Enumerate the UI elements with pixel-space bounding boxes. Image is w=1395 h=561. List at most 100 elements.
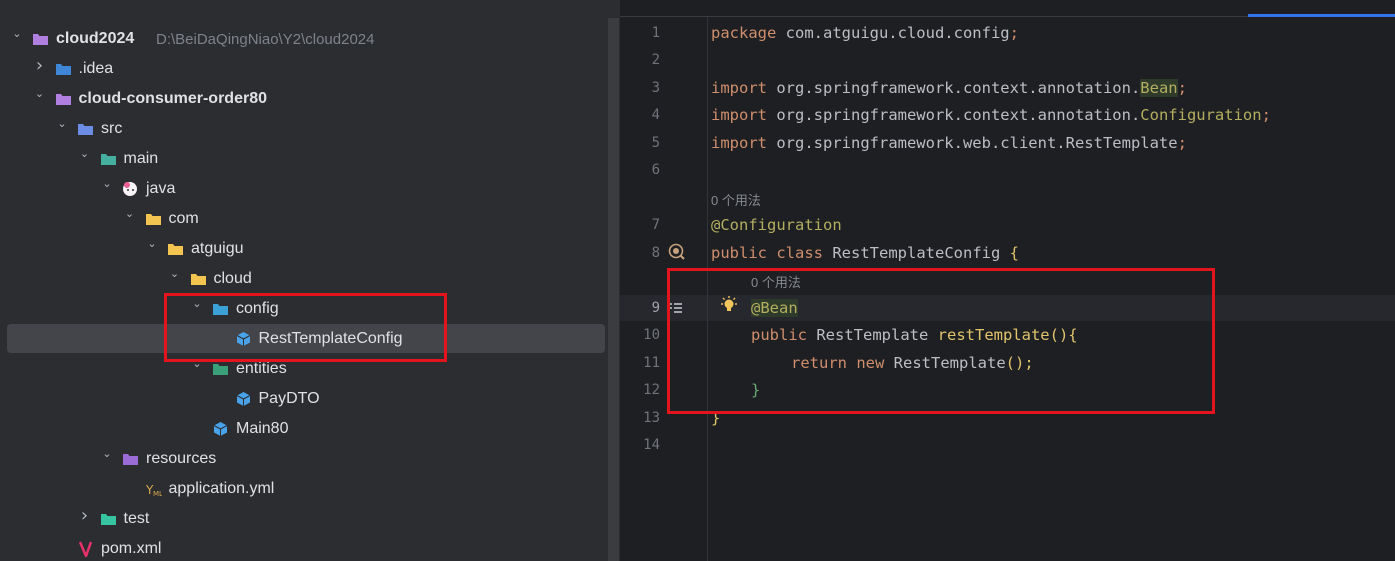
chevron-down-icon[interactable]: ⌄ [33, 87, 47, 101]
tree-row[interactable]: ⌄ com [0, 204, 608, 234]
source-folder-icon [78, 124, 93, 135]
line-number[interactable]: 9 [620, 300, 660, 316]
tree-row[interactable]: ⌄ atguigu [0, 234, 608, 264]
tree-row[interactable]: PayDTO [0, 384, 608, 414]
project-tree-panel: ⌄ cloud2024 D:\BeiDaQingNiao\Y2\cloud2024 ›… [0, 0, 608, 561]
tree-row[interactable]: pom.xml [0, 534, 608, 561]
tree-row[interactable]: ⌄ src [0, 114, 608, 144]
code-editor[interactable]: 1 2 3 4 5 6 7 8 9 10 11 12 13 14 package com.atguigu.… [620, 0, 1395, 561]
spring-boot-main-class-icon [213, 422, 228, 436]
import-path: org.springframework.web.client.RestTempl… [767, 134, 1178, 152]
tree-row-label: cloud [213, 270, 252, 287]
chevron-down-icon[interactable]: ⌄ [123, 207, 137, 221]
tree-row[interactable]: ⌄ cloud-consumer-order80 [0, 84, 608, 114]
package-name: com.atguigu.cloud.config [776, 24, 1010, 42]
package-folder-icon [168, 244, 183, 255]
code-line-3[interactable]: import org.springframework.context.annot… [711, 79, 1187, 97]
tree-row[interactable]: ⌄ resources [0, 444, 608, 474]
maven-icon [78, 541, 93, 557]
highlight-box-config [164, 293, 447, 362]
tree-row[interactable]: › .idea [0, 54, 608, 84]
chevron-down-icon[interactable]: ⌄ [100, 177, 114, 191]
java-class-icon [236, 392, 250, 406]
line-number[interactable]: 4 [620, 107, 660, 123]
tree-row-label: main [123, 150, 159, 167]
semicolon: ; [1177, 79, 1187, 97]
chevron-down-icon[interactable]: ⌄ [78, 147, 92, 161]
tree-row-label: .idea [78, 60, 114, 77]
line-number[interactable]: 11 [620, 355, 660, 371]
import-path: org.springframework.context.annotation. [767, 79, 1141, 97]
line-number[interactable]: 7 [620, 217, 660, 233]
chevron-down-icon[interactable]: ⌄ [168, 267, 182, 281]
tree-row-label: Main80 [236, 420, 289, 437]
keyword: import [711, 134, 767, 152]
chevron-right-icon[interactable]: › [33, 57, 47, 75]
tree-row[interactable]: ⌄ java [0, 174, 608, 204]
resources-folder-icon [123, 454, 138, 465]
tree-row-label: application.yml [168, 480, 275, 497]
tree-row-label: cloud2024 [56, 30, 135, 47]
module-folder-icon [33, 34, 48, 45]
semicolon: ; [1261, 106, 1271, 124]
tree-row-label: atguigu [191, 240, 244, 257]
keyword: import [711, 79, 767, 97]
module-folder-icon [55, 94, 71, 105]
code-line-7[interactable]: @Configuration [711, 216, 842, 234]
keyword: class [776, 244, 824, 262]
line-number[interactable]: 2 [620, 52, 660, 68]
tree-row-label: PayDTO [258, 390, 320, 407]
chevron-down-icon[interactable]: ⌄ [10, 27, 24, 41]
tree-row[interactable]: ⌄ cloud2024 D:\BeiDaQingNiao\Y2\cloud2024 [0, 24, 608, 54]
tree-row[interactable]: ⌄ cloud [0, 264, 608, 294]
package-folder-icon [190, 274, 206, 285]
annotation: @Configuration [711, 216, 842, 234]
tree-row-label: src [101, 120, 123, 137]
keyword: public [711, 244, 767, 262]
package-folder-icon [145, 214, 161, 225]
highlight-box-bean [667, 268, 1215, 414]
line-number[interactable]: 14 [620, 437, 660, 453]
line-number[interactable]: 3 [620, 80, 660, 96]
code-line-8[interactable]: public class RestTemplateConfig { [711, 244, 1019, 262]
editor-tab-bar [620, 0, 1395, 17]
import-class: Bean [1140, 79, 1178, 97]
tree-row-label: pom.xml [101, 540, 162, 557]
entities-package-icon [213, 364, 228, 375]
chevron-down-icon[interactable]: ⌄ [100, 447, 114, 461]
semicolon: ; [1009, 24, 1019, 42]
tree-row[interactable]: Y ML application.yml [0, 474, 608, 504]
usage-hint[interactable]: 0 个用法 [711, 190, 761, 209]
line-number[interactable]: 12 [620, 382, 660, 398]
import-path: org.springframework.context.annotation. [767, 106, 1141, 124]
semicolon: ; [1177, 134, 1187, 152]
line-number[interactable]: 6 [620, 162, 660, 178]
active-tab-indicator [1248, 14, 1395, 17]
line-number[interactable]: 1 [620, 25, 660, 41]
chevron-down-icon[interactable]: ⌄ [145, 237, 159, 251]
code-line-5[interactable]: import org.springframework.web.client.Re… [711, 134, 1187, 152]
idea-folder-icon [55, 64, 71, 75]
tree-row[interactable]: Main80 [0, 414, 608, 444]
brace: { [1009, 244, 1019, 262]
code-line-1[interactable]: package com.atguigu.cloud.config; [711, 24, 1019, 42]
line-number[interactable]: 13 [620, 410, 660, 426]
tree-scrollbar[interactable] [608, 18, 619, 561]
java-source-icon [123, 182, 137, 196]
code-line-4[interactable]: import org.springframework.context.annot… [711, 106, 1271, 124]
tree-row-label: cloud-consumer-order80 [78, 90, 267, 107]
tree-row-label: java [146, 180, 176, 197]
import-class: Configuration [1140, 106, 1262, 124]
tree-row[interactable]: ⌄ main [0, 144, 608, 174]
chevron-down-icon[interactable]: ⌄ [55, 117, 69, 131]
tree-row-label: test [123, 510, 150, 527]
tree-row[interactable]: › test [0, 504, 608, 534]
spring-bean-gutter-icon[interactable] [668, 243, 686, 261]
tree-row-label: entities [236, 360, 287, 377]
chevron-right-icon[interactable]: › [78, 507, 92, 525]
line-number[interactable]: 10 [620, 327, 660, 343]
project-path: D:\BeiDaQingNiao\Y2\cloud2024 [156, 31, 375, 48]
line-number[interactable]: 8 [620, 245, 660, 261]
tree-row-label: com [168, 210, 199, 227]
line-number[interactable]: 5 [620, 135, 660, 151]
